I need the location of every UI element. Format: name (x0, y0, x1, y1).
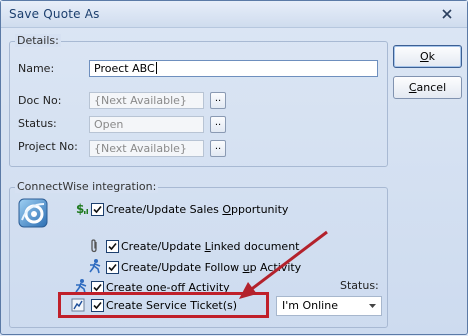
linked-document-checkbox[interactable] (106, 240, 119, 253)
running-person-icon (89, 259, 101, 274)
follow-up-activity-checkbox[interactable] (106, 261, 119, 274)
doc-no-value: {Next Available} (94, 94, 187, 107)
annotation-highlight-box (58, 292, 269, 318)
svg-text:$: $ (76, 202, 84, 216)
status-value: Open (94, 118, 124, 131)
dollar-icon: $ (76, 202, 88, 216)
checkmark-icon (93, 283, 102, 292)
doc-no-label: Doc No: (18, 94, 62, 107)
name-value: Proect ABC (94, 62, 155, 75)
name-label: Name: (18, 62, 55, 75)
name-field[interactable]: Proect ABC (89, 60, 378, 77)
cancel-button[interactable]: Cancel (393, 76, 462, 99)
paperclip-icon (91, 239, 97, 253)
project-no-browse-button[interactable]: .. (210, 140, 226, 157)
cancel-label: ancel (416, 81, 447, 94)
opportunity-label: Create/Update Sales Opportunity (106, 203, 289, 216)
connectwise-status-select[interactable]: I'm Online (276, 296, 382, 316)
checkmark-icon (108, 242, 117, 251)
cancel-mnemonic: C (408, 81, 417, 94)
checkmark-icon (108, 263, 117, 272)
ok-label: k (428, 50, 436, 63)
checkmark-icon (93, 205, 102, 214)
doc-no-browse-button[interactable]: .. (210, 92, 226, 109)
close-icon (442, 9, 452, 19)
linked-document-label: Create/Update Linked document (121, 240, 300, 253)
details-legend: Details: (15, 34, 61, 47)
opportunity-checkbox[interactable] (91, 203, 104, 216)
connectwise-legend: ConnectWise integration: (15, 180, 159, 193)
project-no-field[interactable]: {Next Available} (89, 140, 204, 157)
ok-mnemonic: O (419, 50, 429, 63)
title-bar: Save Quote As (1, 1, 467, 28)
text-caret (155, 62, 157, 74)
close-button[interactable] (439, 6, 455, 22)
status-field[interactable]: Open (89, 116, 204, 133)
project-no-value: {Next Available} (94, 142, 187, 155)
project-no-label: Project No: (18, 140, 78, 153)
ok-button[interactable]: Ok (393, 45, 462, 68)
status-label: Status: (18, 117, 57, 130)
connectwise-status-label: Status: (340, 279, 379, 292)
connectwise-status-value: I'm Online (282, 299, 338, 312)
save-quote-dialog: Save Quote As Details: Name: Proect ABC … (0, 0, 468, 335)
chevron-down-icon (369, 304, 376, 308)
status-browse-button[interactable]: .. (210, 116, 226, 133)
connectwise-logo-icon (18, 198, 48, 228)
dialog-title: Save Quote As (9, 7, 100, 21)
follow-up-activity-label: Create/Update Follow up Activity (121, 261, 302, 274)
doc-no-field[interactable]: {Next Available} (89, 92, 204, 109)
